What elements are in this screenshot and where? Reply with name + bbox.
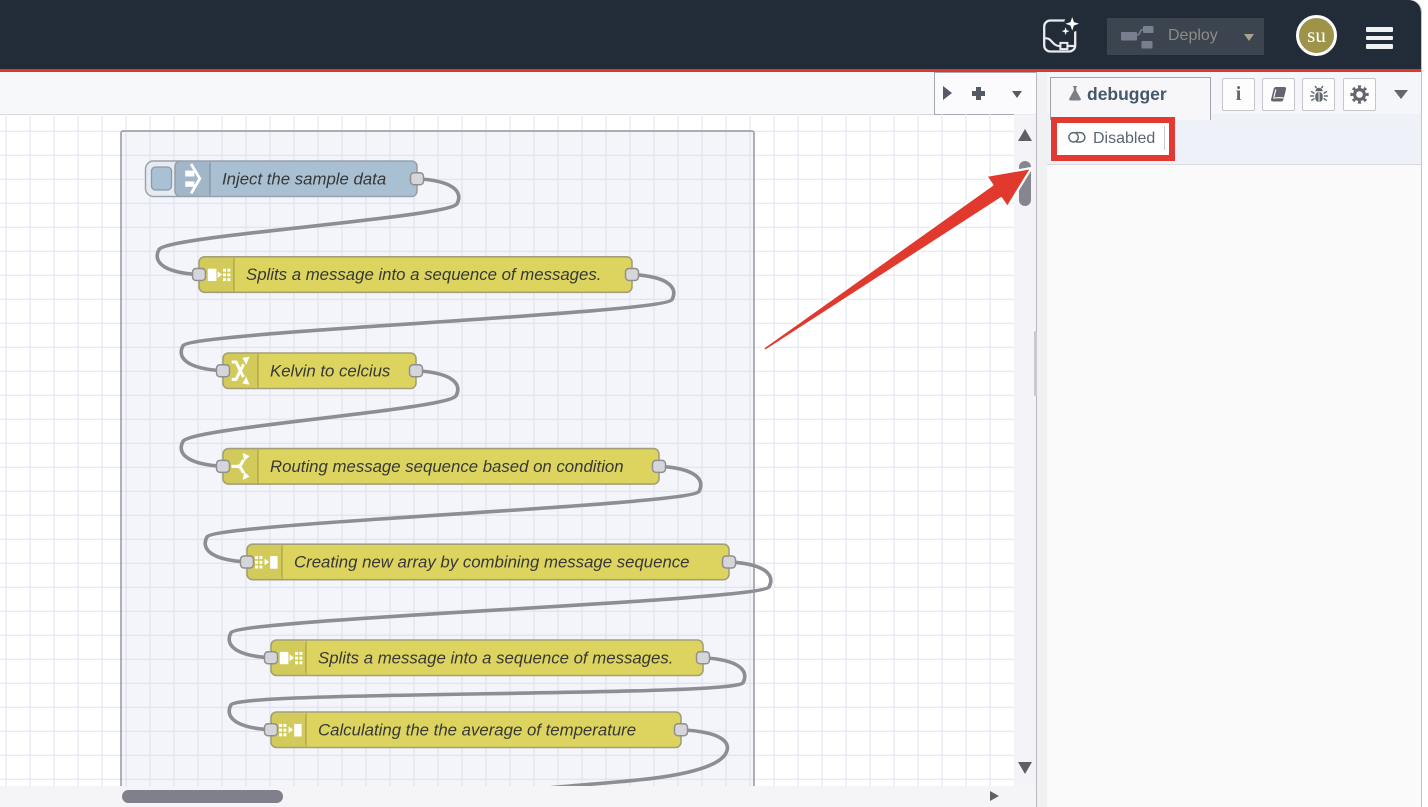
svg-text:Kelvin to celcius: Kelvin to celcius <box>270 361 391 380</box>
svg-text:Routing message sequence based: Routing message sequence based on condit… <box>270 457 624 476</box>
svg-text:Creating new array by combinin: Creating new array by combining message … <box>294 553 690 572</box>
svg-text:Inject the sample data: Inject the sample data <box>222 169 386 188</box>
svg-text:Calculating the the average of: Calculating the the average of temperatu… <box>318 720 636 739</box>
svg-text:Splits a message into a sequen: Splits a message into a sequence of mess… <box>246 265 601 284</box>
svg-text:Splits a message into a sequen: Splits a message into a sequence of mess… <box>318 648 673 667</box>
